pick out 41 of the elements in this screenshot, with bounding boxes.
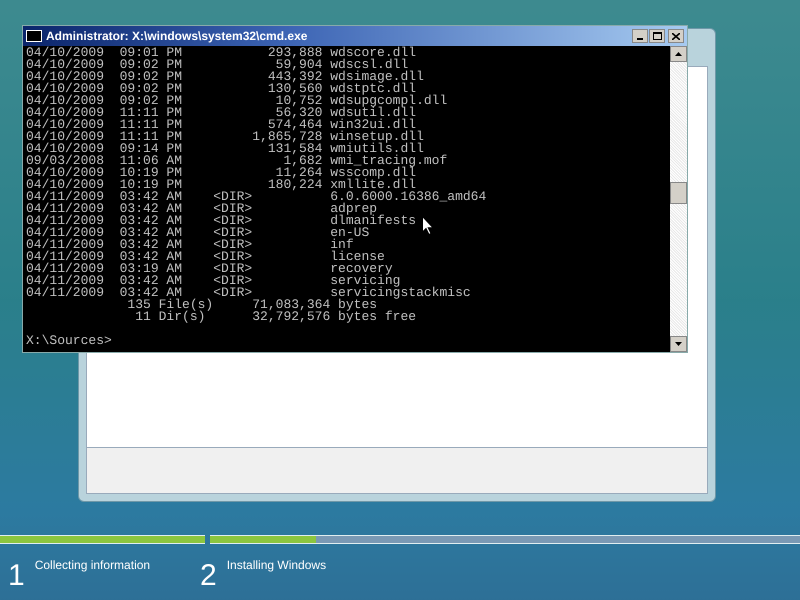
- step-label: Collecting information: [34, 557, 150, 574]
- console-line: 09/03/2008 11:06 AM 1,682 wmi_tracing.mof: [26, 155, 448, 167]
- console-line: 135 File(s) 71,083,364 bytes: [126, 299, 378, 311]
- maximize-button[interactable]: [649, 29, 665, 43]
- console-line: 04/10/2009 09:02 PM 443,392 wdsimage.dll: [26, 71, 424, 83]
- close-button[interactable]: [668, 29, 684, 43]
- scrollbar[interactable]: [670, 46, 687, 352]
- console-line: 04/10/2009 11:11 PM 1,865,728 winsetup.dll: [26, 131, 424, 143]
- console-line: 04/11/2009 03:42 AM <DIR> 6.0.6000.16386_amd64: [26, 191, 486, 203]
- console-line: 04/10/2009 09:02 PM 130,560 wdstptc.dll: [26, 83, 416, 95]
- console-line: 04/11/2009 03:42 AM <DIR> license: [26, 251, 385, 263]
- step-number: 2: [200, 558, 217, 594]
- console-line: 04/10/2009 09:01 PM 293,888 wdscore.dll: [26, 47, 416, 59]
- mouse-pointer-icon: [422, 216, 434, 235]
- console-line: 04/10/2009 11:11 PM 56,320 wdsutil.dll: [26, 107, 416, 119]
- scroll-down-icon[interactable]: [670, 336, 687, 352]
- console-line: 04/10/2009 10:19 PM 180,224 xmllite.dll: [26, 179, 416, 191]
- scroll-up-icon[interactable]: [670, 46, 687, 62]
- minimize-button[interactable]: [632, 29, 648, 43]
- console-line: 04/10/2009 11:11 PM 574,464 win32ui.dll: [26, 119, 416, 131]
- console-line: 04/11/2009 03:42 AM <DIR> inf: [26, 239, 354, 251]
- console-line: 04/10/2009 09:02 PM 59,904 wdscsl.dll: [26, 59, 408, 71]
- console-line: 04/11/2009 03:42 AM <DIR> en-US: [26, 227, 370, 239]
- console-line: 04/11/2009 03:42 AM <DIR> dlmanifests: [26, 215, 416, 227]
- console-line: 04/11/2009 03:42 AM <DIR> servicing: [26, 275, 400, 287]
- maximize-icon: [652, 32, 662, 40]
- scroll-thumb[interactable]: [670, 182, 687, 204]
- console-line: 04/11/2009 03:42 AM <DIR> servicingstackmisc: [26, 287, 471, 299]
- close-icon: [672, 32, 680, 40]
- console-line: 04/11/2009 03:42 AM <DIR> adprep: [26, 203, 378, 215]
- console-line: 04/11/2009 03:19 AM <DIR> recovery: [26, 263, 393, 275]
- console-line: 11 Dir(s) 32,792,576 bytes free: [134, 311, 416, 323]
- console-line: 04/10/2009 09:14 PM 131,584 wmiutils.dll: [26, 143, 424, 155]
- console-line: 04/10/2009 10:19 PM 11,264 wsscomp.dll: [26, 167, 416, 179]
- window-title: Administrator: X:\windows\system32\cmd.exe: [46, 28, 308, 45]
- console-line: 04/10/2009 09:02 PM 10,752 wdsupgcompl.dll: [26, 95, 448, 107]
- step-label: Installing Windows: [226, 557, 326, 574]
- console-icon: [26, 30, 42, 42]
- step-number: 1: [8, 558, 25, 594]
- minimize-icon: [637, 38, 643, 40]
- command-prompt[interactable]: X:\Sources>: [26, 335, 112, 347]
